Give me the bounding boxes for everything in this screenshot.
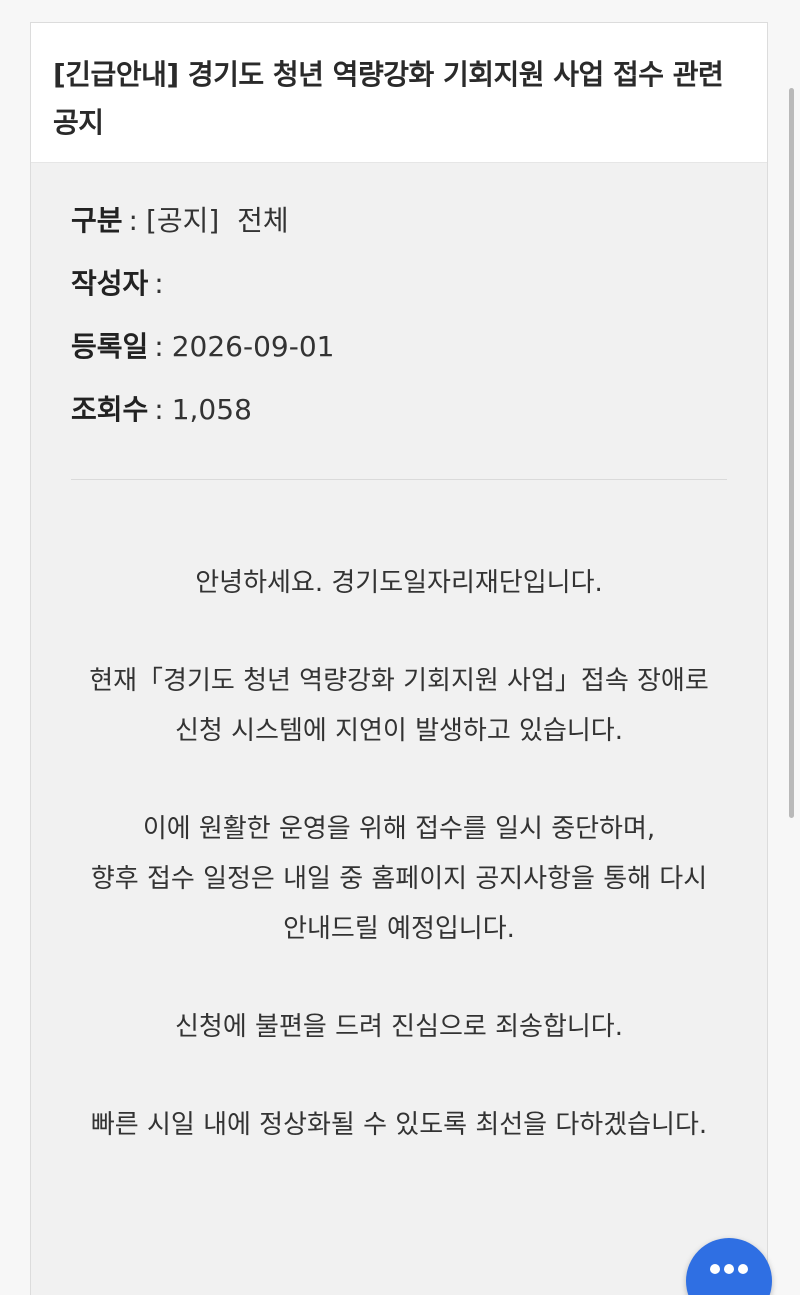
meta-colon: :: [154, 267, 164, 300]
notice-page: [긴급안내] 경기도 청년 역량강화 기회지원 사업 접수 관련 공지 구분:[…: [0, 0, 800, 1295]
meta-date-label: 등록일: [71, 330, 149, 363]
meta-views-value: 1,058: [171, 393, 252, 426]
meta-colon: :: [154, 330, 164, 363]
meta-colon: :: [154, 393, 164, 426]
meta-author-label: 작성자: [71, 267, 149, 300]
meta-date-value: 2026-09-01: [171, 330, 335, 363]
notice-title: [긴급안내] 경기도 청년 역량강화 기회지원 사업 접수 관련 공지: [53, 58, 724, 139]
body-line: 신청에 불편을 드려 진심으로 죄송합니다.: [175, 1012, 623, 1042]
meta-date: 등록일:2026-09-01: [71, 327, 727, 390]
meta-category: 구분: [공지] 전체: [71, 201, 727, 264]
meta-views-label: 조회수: [71, 393, 149, 426]
meta-category-label: 구분: [71, 204, 123, 237]
notice-card: [긴급안내] 경기도 청년 역량강화 기회지원 사업 접수 관련 공지 구분:[…: [30, 22, 768, 1295]
page-scrollbar[interactable]: [789, 88, 794, 818]
notice-body: 안녕하세요. 경기도일자리재단입니다. 현재「경기도 청년 역량강화 기회지원 …: [31, 480, 767, 1150]
body-line: 빠른 시일 내에 정상화될 수 있도록 최선을 다하겠습니다.: [90, 1110, 708, 1140]
body-line: 현재「경기도 청년 역량강화 기회지원 사업」접속 장애로: [89, 666, 709, 696]
meta-author: 작성자:: [71, 264, 727, 327]
body-line: 향후 접수 일정은 내일 중 홈페이지 공지사항을 통해 다시: [90, 864, 708, 894]
meta-views: 조회수:1,058: [71, 390, 727, 453]
notice-title-box: [긴급안내] 경기도 청년 역량강화 기회지원 사업 접수 관련 공지: [31, 23, 767, 163]
notice-meta: 구분: [공지] 전체 작성자: 등록일:2026-09-01 조회수:1,058: [31, 163, 767, 453]
meta-colon: :: [128, 204, 138, 237]
meta-category-value: [공지] 전체: [145, 204, 289, 237]
body-line: 이에 원활한 운영을 위해 접수를 일시 중단하며,: [142, 814, 656, 844]
body-line: 안녕하세요. 경기도일자리재단입니다.: [195, 568, 603, 598]
body-line: 안내드릴 예정입니다.: [283, 914, 515, 944]
body-line: 신청 시스템에 지연이 발생하고 있습니다.: [175, 716, 623, 746]
